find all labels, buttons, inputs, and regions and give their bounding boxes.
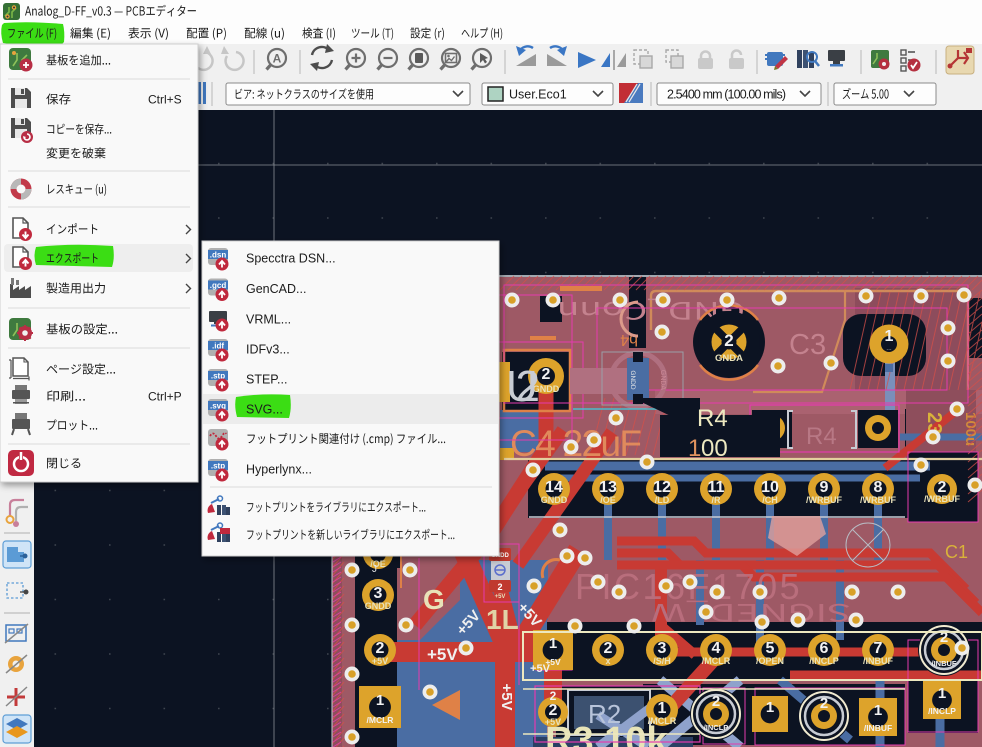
svg-text:C1: C1 xyxy=(945,542,968,562)
svg-text:IDFv3...: IDFv3... xyxy=(246,343,290,357)
svg-text:6: 6 xyxy=(820,640,829,657)
svg-text:/OPEN: /OPEN xyxy=(756,656,784,666)
svg-text:/INBUF: /INBUF xyxy=(863,656,893,666)
svg-text:+5V: +5V xyxy=(498,683,515,710)
svg-text:GNDA: GNDA xyxy=(715,353,743,364)
svg-text:User.Eco1: User.Eco1 xyxy=(509,88,567,102)
svg-text:2: 2 xyxy=(542,366,551,383)
svg-text:/INCLP: /INCLP xyxy=(809,656,839,666)
svg-text:U2: U2 xyxy=(506,362,540,411)
svg-text:J: J xyxy=(372,564,377,575)
svg-text:2: 2 xyxy=(497,582,502,592)
svg-text:5: 5 xyxy=(766,640,775,657)
svg-text:+5V: +5V xyxy=(372,656,388,666)
svg-text:/INCLP: /INCLP xyxy=(928,706,956,716)
svg-text:GenCAD...: GenCAD... xyxy=(246,282,306,296)
svg-text:+5V: +5V xyxy=(427,645,458,664)
svg-text:14: 14 xyxy=(545,479,563,496)
svg-text:C3: C3 xyxy=(789,329,826,361)
svg-text:GNDA: GNDA xyxy=(659,370,666,391)
svg-text:1: 1 xyxy=(885,328,894,345)
svg-text:/INBUF: /INBUF xyxy=(932,659,957,668)
svg-text:11: 11 xyxy=(708,479,725,496)
svg-text:4: 4 xyxy=(712,640,721,657)
svg-text:Ctrl+P: Ctrl+P xyxy=(148,390,182,404)
svg-text:GNDD: GNDD xyxy=(365,601,392,611)
svg-text:2: 2 xyxy=(550,689,557,703)
svg-text:+5V: +5V xyxy=(495,594,506,600)
svg-text:R4: R4 xyxy=(697,405,728,432)
svg-text:VRML...: VRML... xyxy=(246,313,291,327)
svg-text:/MCLR: /MCLR xyxy=(702,656,731,666)
svg-text:2: 2 xyxy=(712,693,720,710)
svg-text:/OE: /OE xyxy=(600,495,616,505)
svg-text:Specctra DSN...: Specctra DSN... xyxy=(246,252,336,266)
svg-text:2.5400 mm (100.00 mils): 2.5400 mm (100.00 mils) xyxy=(667,88,786,102)
svg-text:/WRBUF: /WRBUF xyxy=(860,495,896,505)
svg-text:10: 10 xyxy=(761,479,779,496)
svg-text:1: 1 xyxy=(658,700,667,717)
svg-text:/WRBUF: /WRBUF xyxy=(924,494,960,504)
svg-text:GNDD: GNDD xyxy=(541,495,568,505)
svg-text:SVG...: SVG... xyxy=(246,403,283,417)
svg-text:100u: 100u xyxy=(962,412,979,446)
svg-text:/LD: /LD xyxy=(655,495,670,505)
svg-text:1: 1 xyxy=(766,699,774,716)
svg-text:GNDD: GNDD xyxy=(629,370,636,389)
svg-text:/S/H: /S/H xyxy=(653,656,671,666)
svg-text:3: 3 xyxy=(374,585,383,602)
svg-text:1: 1 xyxy=(549,635,557,652)
svg-text:/CH: /CH xyxy=(762,495,778,505)
svg-text:+5V: +5V xyxy=(545,717,561,727)
svg-text:/MCLR: /MCLR xyxy=(648,716,677,726)
svg-text:2: 2 xyxy=(376,640,385,657)
svg-text:13: 13 xyxy=(599,479,617,496)
svg-text:/R: /R xyxy=(712,495,722,505)
svg-text:Hyperlynx...: Hyperlynx... xyxy=(246,463,312,477)
svg-text:1L: 1L xyxy=(486,604,519,635)
svg-text:/INCLP: /INCLP xyxy=(704,723,729,732)
svg-text:9: 9 xyxy=(820,479,829,496)
svg-text:2: 2 xyxy=(604,640,613,657)
svg-text:12: 12 xyxy=(653,479,671,496)
svg-text:x: x xyxy=(605,656,610,666)
svg-text:/INBUF: /INBUF xyxy=(864,723,892,733)
svg-text:R2: R2 xyxy=(588,699,621,729)
svg-text:R4: R4 xyxy=(806,423,837,450)
svg-text:2: 2 xyxy=(724,331,733,350)
svg-text:00: 00 xyxy=(701,435,728,462)
svg-text:1: 1 xyxy=(874,702,882,719)
svg-text:···: ··· xyxy=(886,347,892,353)
svg-text:A: A xyxy=(273,52,282,66)
svg-text:8: 8 xyxy=(874,479,883,496)
svg-text:/MCLR: /MCLR xyxy=(367,715,394,725)
svg-text:3: 3 xyxy=(658,640,667,657)
svg-text:STEP...: STEP... xyxy=(246,373,287,387)
svg-text:1: 1 xyxy=(376,692,384,709)
svg-text:Ctrl+S: Ctrl+S xyxy=(148,93,182,107)
svg-text:1: 1 xyxy=(938,685,946,702)
svg-text:7: 7 xyxy=(874,640,883,657)
svg-text:/WRBUF: /WRBUF xyxy=(806,495,842,505)
svg-text:1: 1 xyxy=(688,435,701,462)
svg-text:+5V: +5V xyxy=(530,663,551,675)
svg-text:2: 2 xyxy=(820,695,828,712)
svg-text:G: G xyxy=(423,584,445,615)
